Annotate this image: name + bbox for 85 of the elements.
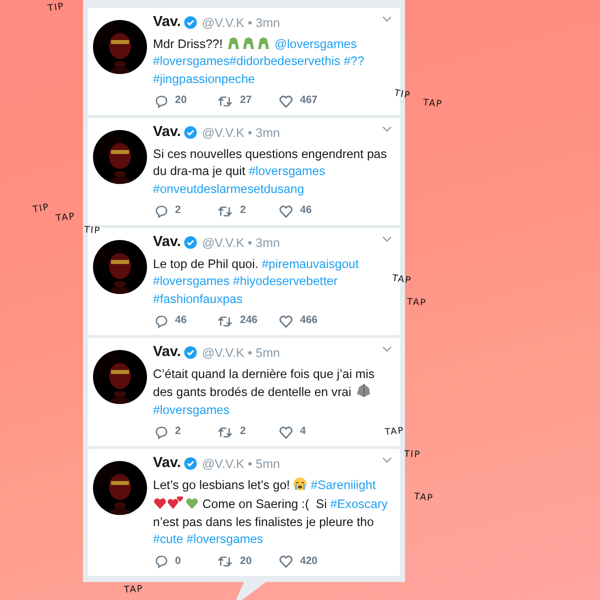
- crying-face-icon: [293, 476, 308, 491]
- retweet-icon[interactable]: [217, 204, 233, 218]
- like-icon[interactable]: [279, 94, 293, 108]
- chevron-icon[interactable]: [382, 16, 392, 22]
- hashtag-link[interactable]: #jingpassionpeche: [153, 72, 255, 86]
- hashtag-link[interactable]: #Exoscary: [330, 497, 388, 512]
- like-count: 420: [300, 554, 318, 569]
- doodle-text: TIP: [404, 448, 421, 462]
- user-name[interactable]: Vav.: [153, 342, 181, 364]
- reply-icon[interactable]: [155, 94, 168, 108]
- hashtag-link[interactable]: #??: [344, 54, 364, 68]
- hashtag-link[interactable]: #piremauvaisgout: [262, 256, 359, 271]
- retweet-count: 2: [240, 424, 246, 440]
- like-icon[interactable]: [279, 555, 293, 568]
- rock-icon: [354, 383, 371, 398]
- chevron-icon[interactable]: [382, 236, 392, 242]
- tweet-text: Le top de Phil quoi. #piremauvaisgout #loversgames #hiyodeservebetter #fashionfauxpas: [153, 256, 360, 308]
- chevron-icon[interactable]: [382, 126, 392, 132]
- doodle-text: TAP: [413, 491, 434, 506]
- reply-count: 20: [175, 93, 187, 108]
- like-icon[interactable]: [279, 314, 293, 328]
- like-count: 4: [300, 424, 306, 440]
- doodle-text: TAP: [422, 97, 443, 112]
- doodle-text: TAP: [124, 584, 144, 598]
- reply-count: 2: [175, 424, 181, 440]
- handle-and-time: @V.V.K • 3mn: [202, 14, 280, 32]
- hashtag-link[interactable]: #loversgames: [248, 164, 326, 178]
- hashtag-link[interactable]: #fashionfauxpas: [153, 292, 243, 306]
- heart-icon: [185, 497, 199, 510]
- heart-icon: [153, 497, 167, 510]
- hashtag-link[interactable]: @loversgames: [274, 36, 357, 51]
- like-icon[interactable]: [279, 204, 293, 218]
- retweet-count: 246: [240, 313, 258, 328]
- user-name[interactable]: Vav.: [153, 453, 181, 475]
- doodle-text: TIP: [392, 88, 412, 104]
- like-count: 467: [300, 93, 318, 108]
- arch-icon: [226, 36, 242, 50]
- tweet-text: Si ces nouvelles questions engendrent pas du dra-ma je quit #loversgames #onveutdeslarmesetdusang: [153, 146, 388, 198]
- doodle-text: TAP: [391, 272, 412, 288]
- user-name[interactable]: Vav.: [153, 122, 181, 144]
- retweet-count: 27: [240, 93, 252, 108]
- hashtag-link[interactable]: #hiyodeservebetter: [232, 274, 338, 288]
- hashtag-link[interactable]: #loversgames: [153, 402, 230, 417]
- hearts-icon: [167, 494, 185, 510]
- reply-count: 46: [175, 313, 187, 328]
- retweet-icon[interactable]: [217, 555, 233, 568]
- retweet-count: 20: [240, 554, 252, 569]
- arch-icon: [256, 36, 272, 50]
- hashtag-link[interactable]: #loversgames: [186, 532, 264, 546]
- handle-and-time: @V.V.K • 3mn: [202, 124, 280, 142]
- arch-icon: [241, 36, 256, 50]
- hashtag-link[interactable]: #onveutdeslarmesetdusang: [153, 182, 304, 196]
- hashtag-link[interactable]: #loversgames: [153, 274, 230, 288]
- retweet-count: 2: [240, 203, 246, 218]
- doodle-text: TAP: [384, 425, 405, 440]
- reply-icon[interactable]: [155, 555, 168, 568]
- handle-and-time: @V.V.K • 3mn: [202, 234, 280, 252]
- reply-icon[interactable]: [155, 426, 168, 439]
- doodle-text: TIP: [84, 224, 102, 239]
- tweet-text: Mdr Driss??! @loversgames #loversgames#didorbedeservethis #?? #jingpassionpeche: [153, 36, 366, 88]
- chevron-icon[interactable]: [382, 457, 392, 463]
- tweet-text: Let’s go lesbians let’s go! #Sareniiight Come on Saering :( Si #Exoscary n’est pas dans les finalistes je pleure tho #cute #loversgames: [153, 476, 389, 548]
- like-icon[interactable]: [279, 426, 293, 439]
- handle-and-time: @V.V.K • 5mn: [202, 344, 280, 362]
- reply-icon[interactable]: [155, 314, 168, 328]
- hashtag-link[interactable]: #Sareniiight: [310, 478, 376, 492]
- like-count: 466: [300, 313, 318, 328]
- user-name[interactable]: Vav.: [153, 232, 181, 254]
- tweet-text: C’était quand la dernière fois que j’ai mis des gants brodés de dentelle en vrai #loversgames: [153, 366, 376, 419]
- user-name[interactable]: Vav.: [153, 12, 181, 34]
- reply-count: 2: [175, 203, 181, 218]
- hashtag-link[interactable]: #cute: [153, 532, 184, 546]
- doodle-text: TAP: [55, 211, 76, 226]
- reply-icon[interactable]: [155, 204, 168, 218]
- retweet-icon[interactable]: [217, 314, 233, 328]
- doodle-text: TIP: [32, 202, 51, 218]
- like-count: 46: [300, 203, 312, 218]
- hashtag-link[interactable]: #loversgames#didorbedeservethis: [153, 54, 340, 68]
- doodle-text: TAP: [406, 296, 427, 311]
- doodle-text: TIP: [47, 0, 66, 16]
- handle-and-time: @V.V.K • 5mn: [202, 456, 280, 472]
- retweet-icon[interactable]: [217, 94, 233, 108]
- chevron-icon[interactable]: [382, 346, 392, 352]
- reply-count: 0: [175, 554, 181, 569]
- retweet-icon[interactable]: [217, 426, 233, 439]
